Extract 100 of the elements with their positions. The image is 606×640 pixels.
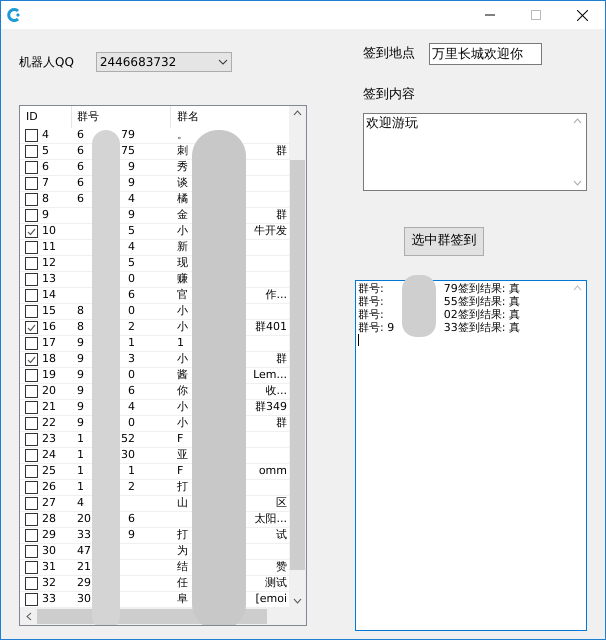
checkbox[interactable] [25, 353, 38, 366]
group-number-start: 20 [77, 511, 91, 528]
column-header[interactable]: 群号 [72, 106, 171, 128]
group-name-start: 小 [177, 319, 188, 336]
checkbox[interactable] [25, 497, 38, 510]
checkbox[interactable] [25, 417, 38, 430]
group-number-start: 9 [77, 367, 84, 384]
checkbox[interactable] [25, 241, 38, 254]
log-line-start: 群号: [358, 282, 384, 294]
close-icon [576, 10, 588, 20]
checkbox[interactable] [25, 369, 38, 382]
checkbox[interactable] [25, 177, 38, 190]
group-name-end: 群349 [255, 399, 287, 416]
group-number-start: 6 [77, 175, 84, 192]
id-cell-text: 26 [42, 479, 56, 496]
group-number-start: 47 [77, 543, 91, 560]
checkbox[interactable] [25, 305, 38, 318]
group-number-start: 9 [77, 383, 84, 400]
checkbox[interactable] [25, 273, 38, 286]
checkbox[interactable] [25, 433, 38, 446]
checkbox[interactable] [25, 577, 38, 590]
group-name-start: 现 [177, 255, 188, 272]
checkbox[interactable] [25, 545, 38, 558]
id-cell-text: 10 [42, 223, 56, 240]
group-name-end: Lem... [253, 367, 287, 384]
checkbox[interactable] [25, 225, 38, 238]
chevron-down-icon [218, 59, 228, 65]
group-number-end: 9 [128, 175, 135, 192]
sign-in-button[interactable]: 选中群签到 [404, 226, 484, 256]
group-number-end: 0 [128, 415, 135, 432]
checkbox[interactable] [25, 209, 38, 222]
group-number-end: 79 [121, 127, 135, 144]
checkbox[interactable] [25, 593, 38, 606]
group-name-end: 试 [276, 527, 287, 544]
group-name-end: 区 [276, 495, 287, 512]
checkbox[interactable] [25, 337, 38, 350]
chevron-left-icon [26, 612, 32, 621]
group-number-end: 6 [128, 383, 135, 400]
content-label: 签到内容 [363, 86, 416, 104]
group-name-start: 赚 [177, 271, 188, 288]
column-header[interactable]: 群名 [171, 106, 289, 128]
id-cell-text: 29 [42, 527, 56, 544]
id-cell-text: 18 [42, 351, 56, 368]
group-name-end: 太阳... [254, 511, 287, 528]
group-name-start: 小 [177, 351, 188, 368]
group-name-start: 亚 [177, 447, 188, 464]
checkbox[interactable] [25, 401, 38, 414]
checkbox[interactable] [25, 481, 38, 494]
checkbox[interactable] [25, 465, 38, 478]
checkbox[interactable] [25, 161, 38, 174]
group-number-start: 9 [77, 415, 84, 432]
checkbox[interactable] [25, 513, 38, 526]
log-line-start: 群号: 9 [358, 320, 394, 334]
group-number-end: 4 [128, 239, 135, 256]
column-header[interactable]: ID [20, 106, 72, 128]
group-name-start: 橘 [177, 191, 188, 208]
id-cell-text: 11 [42, 239, 56, 256]
checkbox[interactable] [25, 145, 38, 158]
group-name-end: 群401 [255, 319, 287, 336]
group-number-start: 9 [77, 351, 84, 368]
group-name-start: 山 [177, 495, 188, 512]
group-number-end: 0 [128, 303, 135, 320]
robot-qq-dropdown[interactable]: 2446683732 [96, 52, 232, 72]
id-cell-text: 9 [42, 207, 49, 224]
group-number-start: 30 [77, 591, 91, 608]
group-name-start: 为 [177, 543, 188, 560]
group-number-end: 6 [128, 511, 135, 528]
group-number-end: 52 [121, 431, 135, 448]
log-line-start: 群号: [358, 294, 384, 308]
id-cell-text: 23 [42, 431, 56, 448]
group-number-end: 2 [128, 479, 135, 496]
checkbox[interactable] [25, 529, 38, 542]
id-cell-text: 8 [42, 191, 49, 208]
group-name-start: 新 [177, 239, 188, 256]
group-name-end: omm [258, 463, 287, 480]
group-number-start: 6 [77, 159, 84, 176]
group-number-end: 0 [128, 271, 135, 288]
group-name-end: 群 [276, 351, 287, 368]
group-number-end: 0 [128, 367, 135, 384]
id-cell-text: 17 [42, 335, 56, 352]
checkbox[interactable] [25, 321, 38, 334]
group-number-start: 8 [77, 319, 84, 336]
checkbox[interactable] [25, 449, 38, 462]
id-cell-text: 33 [42, 591, 56, 608]
checkbox[interactable] [25, 129, 38, 142]
checkbox[interactable] [25, 561, 38, 574]
checkbox[interactable] [25, 257, 38, 270]
id-cell-text: 24 [42, 447, 56, 464]
group-name-start: 刺 [177, 143, 188, 160]
group-name-end: 牛开发 [254, 223, 287, 240]
place-label: 签到地点 [363, 45, 415, 64]
group-number-start: 4 [77, 495, 84, 512]
checkbox[interactable] [25, 385, 38, 398]
robot-qq-label: 机器人QQ [19, 54, 74, 71]
checkbox[interactable] [25, 289, 38, 302]
group-number-start: 1 [77, 479, 84, 496]
place-input[interactable]: 万里长城欢迎你 [429, 43, 542, 65]
content-textarea[interactable]: 欢迎游玩 [363, 112, 587, 190]
group-number-start: 9 [77, 335, 84, 352]
checkbox[interactable] [25, 193, 38, 206]
